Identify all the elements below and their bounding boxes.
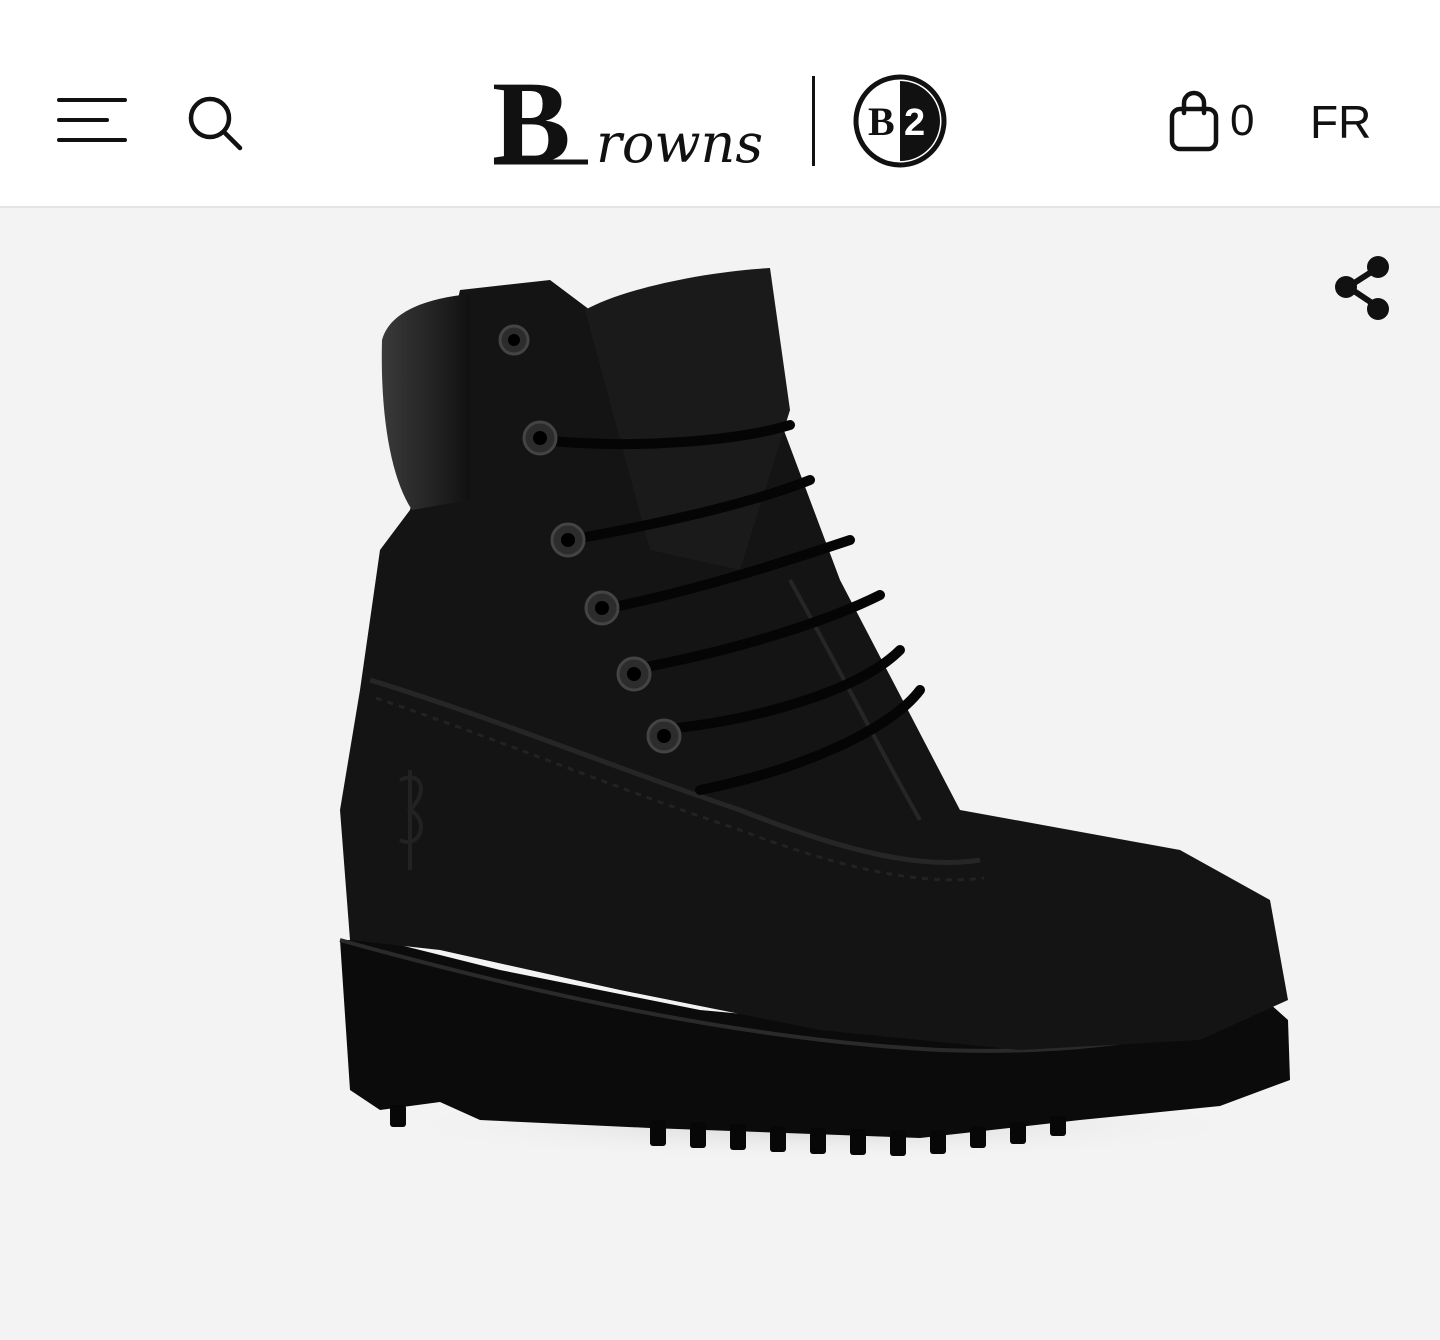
logo-area: B rowns B 2: [488, 57, 958, 188]
share-icon: [1335, 256, 1389, 320]
menu-button[interactable]: [54, 90, 130, 150]
boot-image: [339, 268, 1290, 1161]
shopping-bag-icon: [1169, 90, 1219, 152]
logo-script-text: rowns: [596, 112, 763, 175]
share-button[interactable]: [1326, 248, 1402, 328]
b2-badge-link[interactable]: B 2: [852, 73, 948, 169]
product-image[interactable]: [320, 250, 1310, 1170]
hamburger-menu-icon: [57, 98, 127, 142]
cart-count: 0: [1230, 96, 1255, 145]
svg-text:B: B: [868, 99, 895, 144]
search-button[interactable]: [180, 88, 250, 158]
browns-logo[interactable]: B rowns: [488, 57, 778, 188]
search-icon: [188, 96, 243, 151]
svg-text:2: 2: [904, 102, 925, 144]
cart-button[interactable]: 0: [1166, 86, 1276, 156]
language-switch-button[interactable]: FR: [1310, 92, 1400, 152]
site-header: B rowns B 2 0 FR: [0, 0, 1440, 208]
logo-divider: [812, 76, 815, 166]
